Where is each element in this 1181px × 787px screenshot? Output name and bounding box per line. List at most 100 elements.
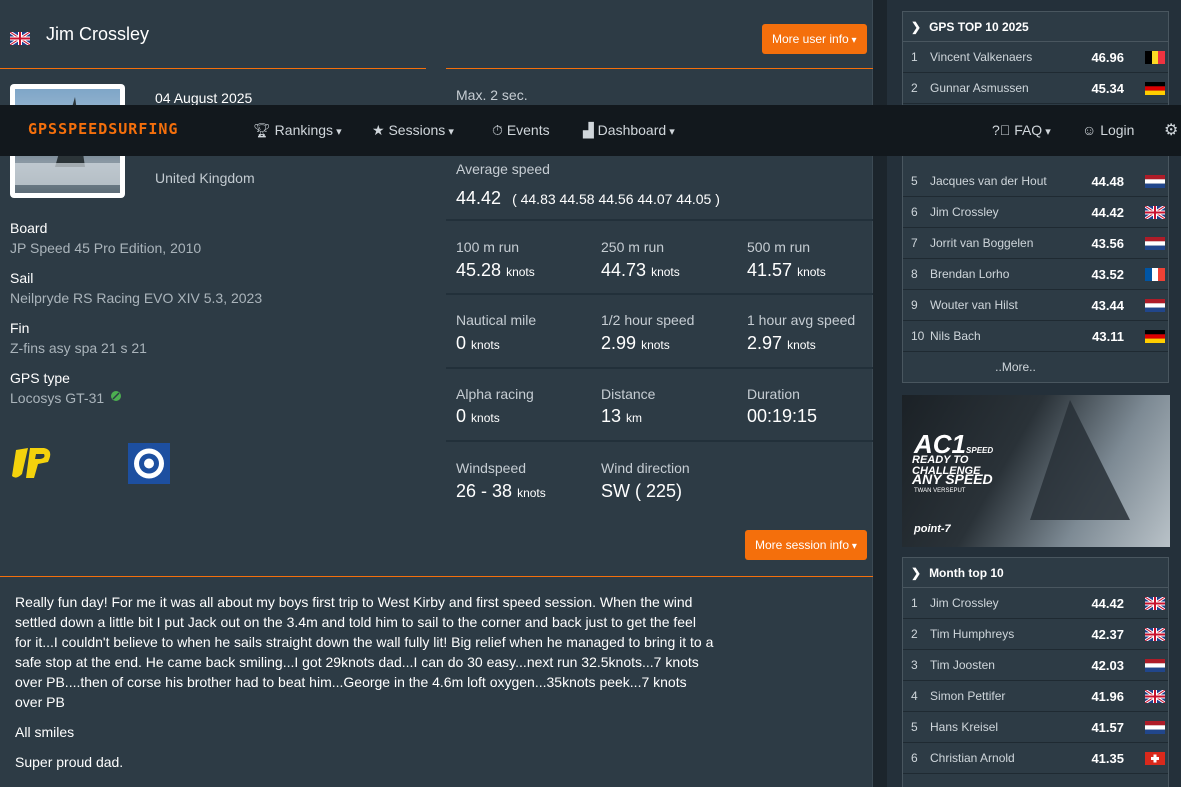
nav-rankings[interactable]: 🏆︎ Rankings: [253, 105, 342, 156]
bar-chart-icon: ▟: [583, 122, 594, 138]
rider-speed: 41.35: [1091, 751, 1124, 766]
ranking-row[interactable]: 2 Tim Humphreys 42.37: [903, 619, 1168, 650]
ranking-row[interactable]: 9 Wouter van Hilst 43.44: [903, 290, 1168, 321]
fin-value: Z-fins asy spa 21 s 21: [10, 340, 147, 356]
divider: [0, 576, 873, 577]
nav-events-label: Events: [506, 122, 550, 138]
divider: [0, 68, 426, 69]
nav-dashboard[interactable]: ▟ Dashboard: [583, 105, 675, 156]
alpha-label: Alpha racing: [456, 386, 534, 402]
session-country: United Kingdom: [155, 170, 255, 186]
avg-speed-value: 44.42 ( 44.83 44.58 44.56 44.07 44.05 ): [456, 188, 720, 208]
nautical-mile-value: 0 knots: [456, 333, 500, 353]
rank-number: 4: [911, 689, 918, 703]
rider-name[interactable]: Brendan Lorho: [930, 259, 1009, 290]
more-link[interactable]: ..More..: [903, 352, 1168, 382]
rider-name[interactable]: Nils Bach: [930, 321, 981, 352]
more-user-info-label: More user info: [772, 32, 849, 46]
windspeed-value: 26 - 38 knots: [456, 481, 546, 501]
board-label: Board: [10, 220, 48, 236]
ranking-row[interactable]: 5 Jacques van der Hout 44.48: [903, 166, 1168, 197]
gps-value: Locosys GT-31: [10, 390, 105, 406]
nav-login[interactable]: ☺ Login: [1082, 105, 1134, 156]
rank-number: 9: [911, 298, 918, 312]
rank-number: 6: [911, 205, 918, 219]
nav-faq[interactable]: ?⃝ FAQ: [992, 105, 1051, 156]
more-user-info-button[interactable]: More user info: [762, 24, 867, 54]
ranking-row[interactable]: 6 Christian Arnold 41.35: [903, 743, 1168, 774]
rider-speed: 43.56: [1091, 236, 1124, 251]
half-hour-label: 1/2 hour speed: [601, 312, 695, 328]
country-flag-icon: [1144, 688, 1166, 705]
stopwatch-icon: ⏱: [492, 122, 503, 138]
description-paragraph: Really fun day! For me it was all about …: [15, 594, 714, 710]
neilpryde-brand-logo[interactable]: [128, 443, 170, 484]
rider-name[interactable]: Simon Pettifer: [930, 681, 1005, 712]
ranking-row[interactable]: 1 Jim Crossley 44.42: [903, 588, 1168, 619]
rider-speed: 43.44: [1091, 298, 1124, 313]
rider-name[interactable]: Hans Kreisel: [930, 712, 998, 743]
nav-events[interactable]: ⏱ Events: [492, 105, 550, 156]
rider-speed: 46.96: [1091, 50, 1124, 65]
ranking-row[interactable]: 10 Nils Bach 43.11: [903, 321, 1168, 352]
rider-name[interactable]: Wouter van Hilst: [930, 290, 1018, 321]
month-top10-list: 1 Jim Crossley 44.42 2 Tim Humphreys 42.37 3 Ti…: [903, 588, 1168, 774]
ranking-row[interactable]: 5 Hans Kreisel 41.57: [903, 712, 1168, 743]
country-flag-icon: [1145, 299, 1165, 312]
duration-value: 00:19:15: [747, 406, 818, 426]
nav-login-label: Login: [1100, 122, 1135, 138]
rider-name[interactable]: Vincent Valkenaers: [930, 42, 1032, 73]
nautical-mile-label: Nautical mile: [456, 312, 537, 328]
ranking-row[interactable]: 8 Brendan Lorho 43.52: [903, 259, 1168, 290]
rank-number: 6: [911, 751, 918, 765]
month-top10-header[interactable]: ❯ Month top 10: [903, 558, 1168, 588]
ranking-row[interactable]: 1 Vincent Valkenaers 46.96: [903, 42, 1168, 73]
rank-number: 1: [911, 50, 918, 64]
more-session-info-button[interactable]: More session info: [745, 530, 867, 560]
ad-brand: point-7: [914, 523, 951, 535]
divider: [446, 367, 873, 369]
divider: [446, 293, 873, 295]
ranking-row[interactable]: 6 Jim Crossley 44.42: [903, 197, 1168, 228]
half-hour-value: 2.99 knots: [601, 333, 670, 353]
rider-speed: 41.96: [1091, 689, 1124, 704]
wind-direction-label: Wind direction: [601, 460, 690, 476]
point7-advertisement[interactable]: AC1SPEED READY TO CHALLENGE ANY SPEED TW…: [902, 395, 1170, 547]
gear-icon[interactable]: ⚙: [1164, 105, 1178, 156]
country-flag-icon: [1145, 268, 1165, 281]
session-description: Really fun day! For me it was all about …: [15, 592, 715, 782]
jp-brand-logo[interactable]: [10, 444, 54, 482]
satellite-icon: [111, 391, 121, 401]
ad-tagline-2: ANY SPEED: [912, 471, 993, 487]
country-flag-icon: [1145, 237, 1165, 250]
gps-top10-header[interactable]: ❯ GPS TOP 10 2025: [903, 12, 1168, 42]
rider-name[interactable]: Christian Arnold: [930, 743, 1015, 774]
sail-value: Neilpryde RS Racing EVO XIV 5.3, 2023: [10, 290, 263, 306]
rider-name[interactable]: Jorrit van Boggelen: [930, 228, 1033, 259]
chevron-right-icon: ❯: [911, 20, 922, 34]
rider-name[interactable]: Gunnar Asmussen: [930, 73, 1029, 104]
board-value: JP Speed 45 Pro Edition, 2010: [10, 240, 202, 256]
distance-value: 13 km: [601, 406, 643, 426]
250m-value: 44.73 knots: [601, 260, 680, 280]
rider-name[interactable]: Tim Humphreys: [930, 619, 1014, 650]
month-top10-title: Month top 10: [929, 566, 1004, 580]
ranking-row[interactable]: 2 Gunnar Asmussen 45.34: [903, 73, 1168, 104]
gps-label: GPS type: [10, 370, 70, 386]
rider-speed: 42.03: [1091, 658, 1124, 673]
trophy-icon: 🏆︎: [253, 122, 271, 138]
rider-name[interactable]: Jacques van der Hout: [930, 166, 1047, 197]
rider-name[interactable]: Jim Crossley: [930, 588, 999, 619]
nav-rankings-label: Rankings: [274, 122, 334, 138]
rider-speed: 45.34: [1091, 81, 1124, 96]
nav-sessions[interactable]: ★ Sessions: [372, 105, 454, 156]
ranking-row[interactable]: 4 Simon Pettifer 41.96: [903, 681, 1168, 712]
rider-name[interactable]: Tim Joosten: [930, 650, 995, 681]
ranking-row[interactable]: 7 Jorrit van Boggelen 43.56: [903, 228, 1168, 259]
site-logo[interactable]: GPSSPEEDSURFING: [28, 120, 178, 138]
nav-dashboard-label: Dashboard: [597, 122, 667, 138]
distance-label: Distance: [601, 386, 656, 402]
avg-speed-label: Average speed: [456, 161, 550, 177]
ranking-row[interactable]: 3 Tim Joosten 42.03: [903, 650, 1168, 681]
rider-name[interactable]: Jim Crossley: [930, 197, 999, 228]
